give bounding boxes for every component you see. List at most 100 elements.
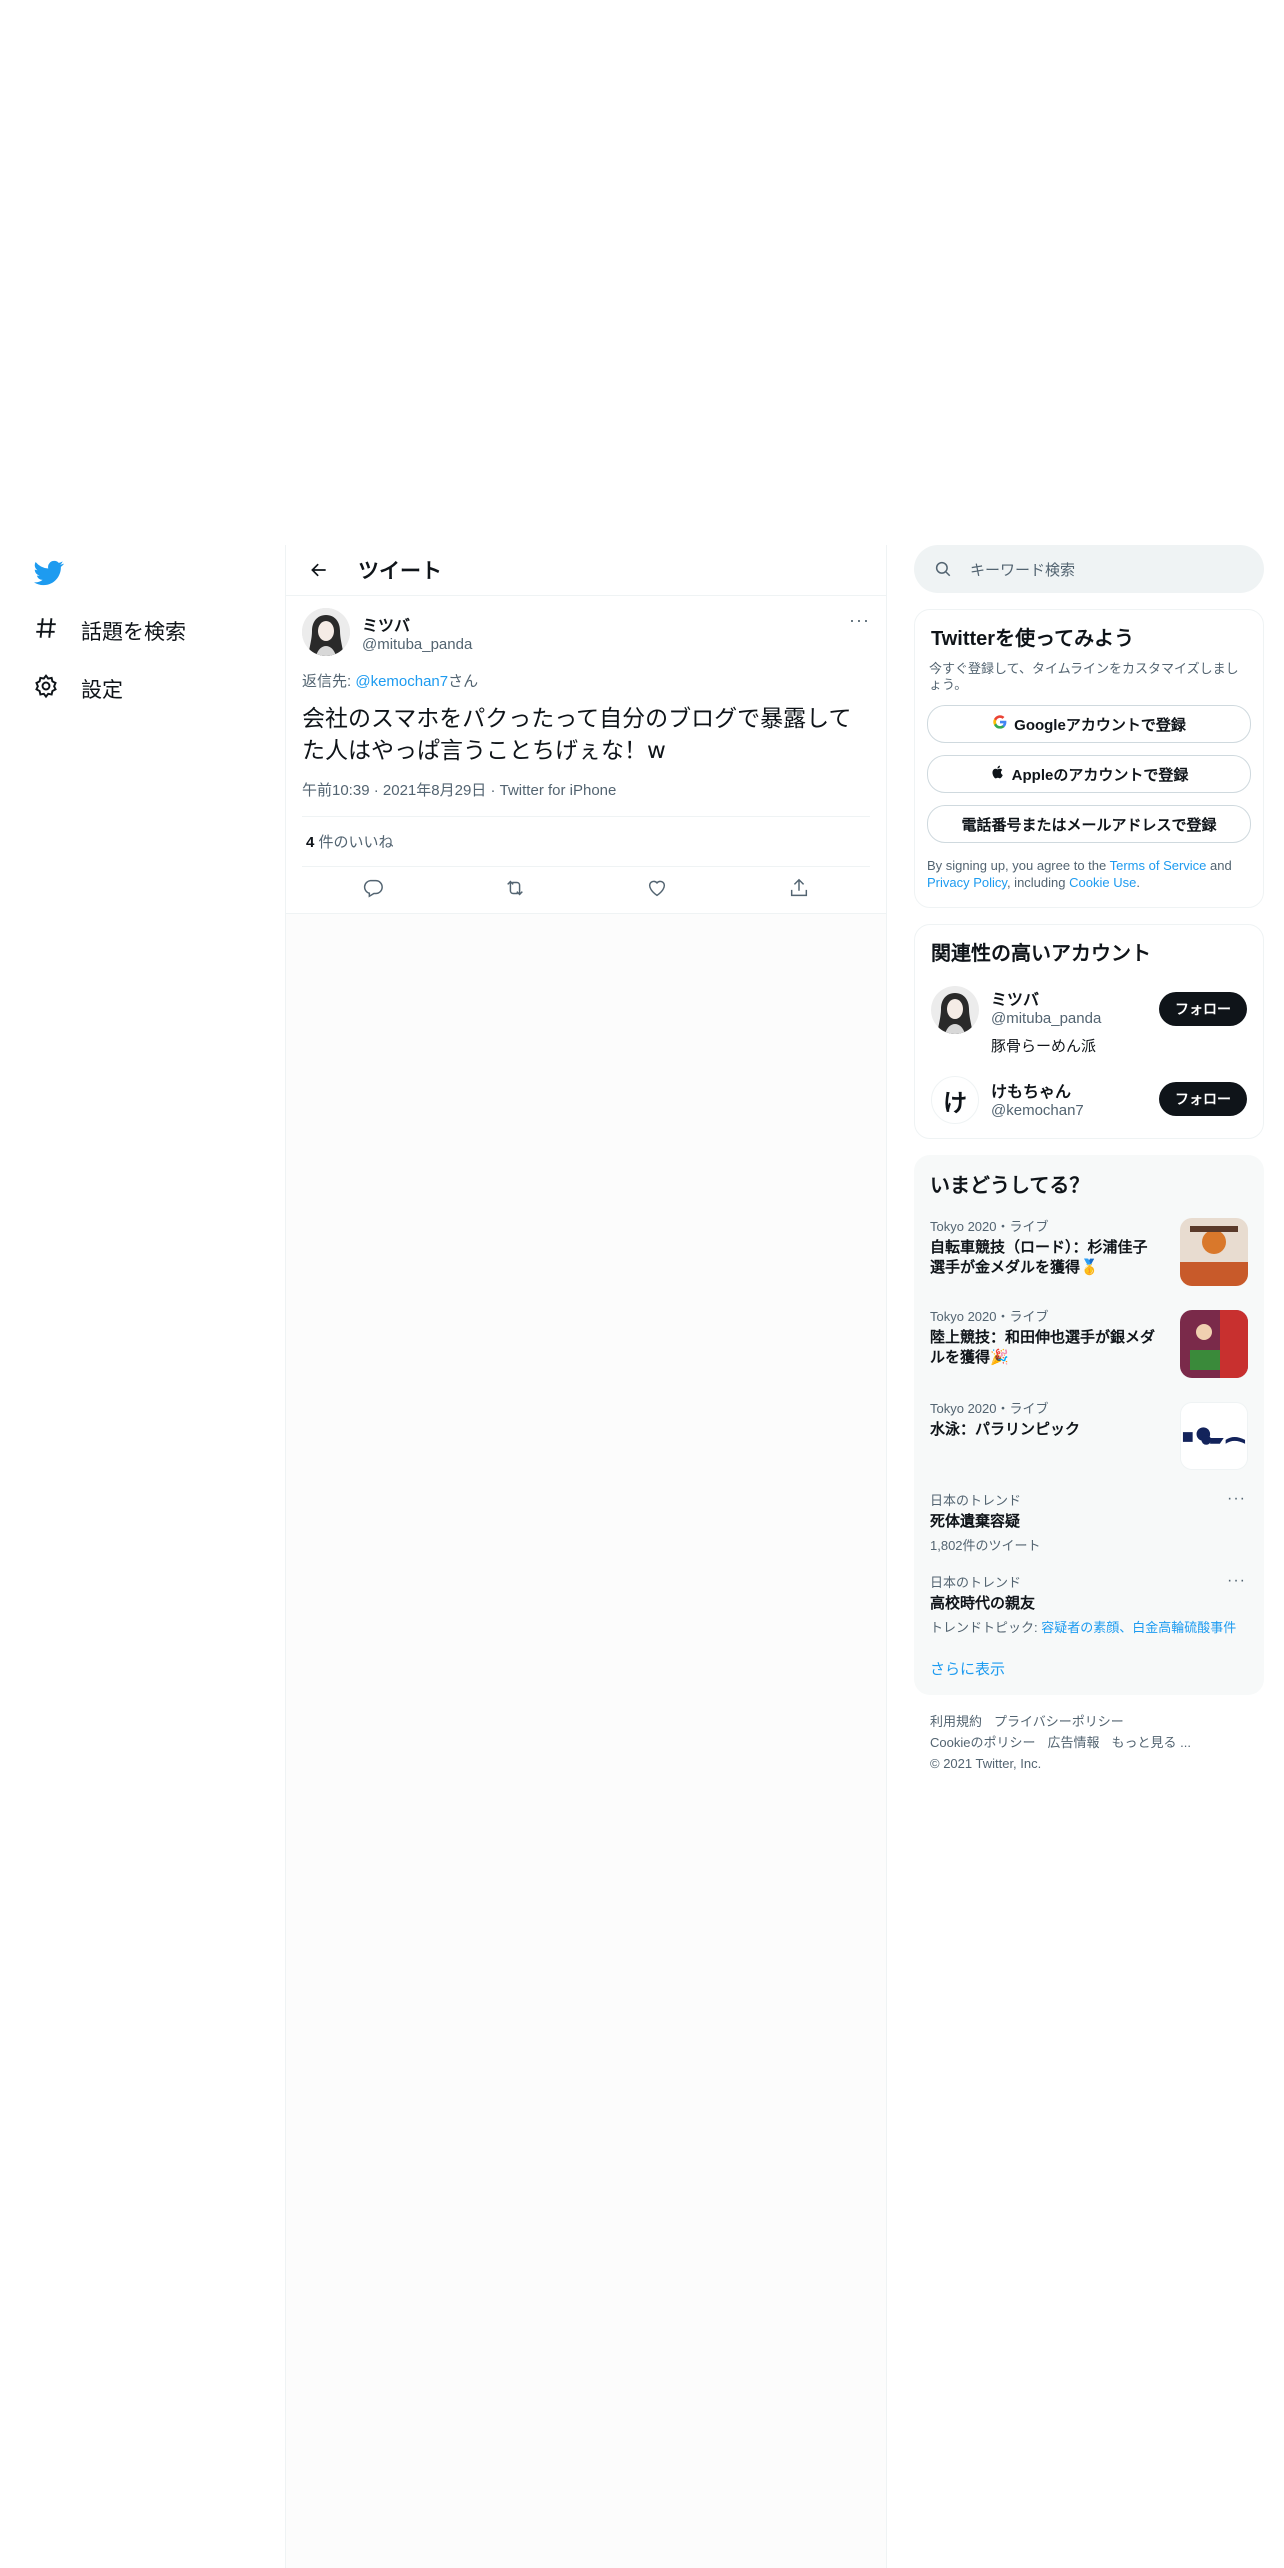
right-sidebar: キーワード検索 Twitterを使ってみよう 今すぐ登録して、タイムラインをカス…	[914, 545, 1264, 1790]
page-title: ツイート	[358, 560, 442, 583]
hashtag-icon	[33, 615, 59, 647]
account-name: ミツバ	[991, 992, 1040, 1009]
tweet-date[interactable]: 2021年8月29日	[383, 782, 486, 799]
tweet: ミツバ @mituba_panda ··· 返信先: @kemochan7さん …	[286, 596, 886, 914]
trend-tweet-count: 1,802件のツイート	[930, 1538, 1041, 1553]
apple-icon	[990, 764, 1006, 784]
avatar[interactable]: け	[931, 1076, 979, 1124]
share-icon[interactable]	[788, 877, 810, 904]
trend-thumbnail	[1180, 1218, 1248, 1286]
twitter-bird-icon[interactable]	[33, 558, 65, 588]
google-signup-button[interactable]: Googleアカウントで登録	[927, 705, 1251, 743]
show-more-link[interactable]: さらに表示	[914, 1638, 1264, 1695]
likes-count[interactable]: 4 件のいいね	[302, 817, 870, 867]
trend-topic-links[interactable]: 容疑者の素顔、白金高輪硫酸事件	[1041, 1620, 1236, 1635]
nav-settings[interactable]: 設定	[33, 669, 123, 709]
tweet-actions	[302, 867, 870, 913]
phone-email-signup-button[interactable]: 電話番号またはメールアドレスで登録	[927, 805, 1251, 843]
signup-title: Twitterを使ってみよう	[931, 628, 1135, 650]
footer-privacy[interactable]: プライバシーポリシー	[994, 1714, 1124, 1729]
trend-item[interactable]: 日本のトレンド 高校時代の親友 トレンドトピック: 容疑者の素顔、白金高輪硫酸事…	[914, 1560, 1264, 1638]
likes-label: 件のいいね	[314, 834, 394, 851]
tweet-meta: 午前10:39 · 2021年8月29日 · Twitter for iPhon…	[302, 779, 870, 817]
avatar-initial: け	[943, 1089, 967, 1117]
footer-cookie[interactable]: Cookieのポリシー	[930, 1735, 1035, 1750]
trend-thumbnail	[1180, 1310, 1248, 1378]
tweet-text: 会社のスマホをパクったって自分のブログで暴露してた人はやっぱ言うことちげぇな！w	[302, 706, 852, 764]
google-icon	[992, 714, 1008, 734]
trend-title: 自転車競技（ロード）：杉浦佳子選手が金メダルを獲得🥇	[930, 1239, 1148, 1276]
nav-explore-label: 話題を検索	[81, 621, 186, 644]
page-header: ツイート	[286, 545, 886, 596]
tweet-author-handle[interactable]: @mituba_panda	[362, 636, 472, 653]
trend-item[interactable]: Tokyo 2020・ライブ 自転車競技（ロード）：杉浦佳子選手が金メダルを獲得…	[914, 1198, 1264, 1294]
trend-topics-prefix: トレンドトピック:	[930, 1620, 1042, 1635]
reply-suffix: さん	[448, 673, 479, 690]
more-options-icon[interactable]: ···	[1227, 1572, 1246, 1590]
more-options-icon[interactable]: ···	[849, 610, 870, 631]
trend-title: 水泳：パラリンピック	[930, 1421, 1081, 1438]
related-title: 関連性の高いアカウント	[931, 943, 1151, 965]
back-button[interactable]	[302, 553, 336, 587]
footer-terms[interactable]: 利用規約	[930, 1714, 982, 1729]
left-sidebar: 話題を検索 設定	[0, 545, 285, 2568]
tweet-time[interactable]: 午前10:39	[302, 782, 370, 799]
search-input[interactable]: キーワード検索	[914, 545, 1264, 593]
tweet-author: ミツバ @mituba_panda ···	[302, 596, 870, 656]
retweet-icon[interactable]	[504, 877, 526, 904]
follow-button[interactable]: フォロー	[1159, 1082, 1247, 1116]
reply-context: 返信先: @kemochan7さん	[302, 670, 870, 691]
trend-title: 陸上競技：和田伸也選手が銀メダルを獲得🎉	[930, 1329, 1156, 1366]
legal-text: , including	[1006, 875, 1070, 890]
legal-text: .	[1136, 875, 1140, 890]
like-icon[interactable]	[646, 877, 668, 904]
tweet-author-name[interactable]: ミツバ	[362, 612, 472, 636]
trend-item[interactable]: 日本のトレンド 死体遺棄容疑 1,802件のツイート ···	[914, 1478, 1264, 1560]
arrow-left-icon	[311, 563, 326, 577]
reply-to-link[interactable]: @kemochan7	[355, 673, 448, 690]
account-bio: 豚骨らーめん派	[991, 1038, 1097, 1055]
trend-title: 高校時代の親友	[930, 1595, 1036, 1612]
apple-signup-button[interactable]: Appleのアカウントで登録	[927, 755, 1251, 793]
footer-more[interactable]: もっと見る ...	[1111, 1735, 1190, 1750]
trend-topics: トレンドトピック: 容疑者の素顔、白金高輪硫酸事件	[930, 1617, 1248, 1636]
reply-prefix: 返信先:	[302, 673, 356, 690]
main-column: ツイート ミツバ @mituba_panda ··· 返信先: @kemocha…	[285, 545, 887, 2568]
terms-link[interactable]: Terms of Service	[1110, 858, 1207, 873]
account-item[interactable]: け けもちゃん @kemochan7 フォロー	[915, 1056, 1263, 1124]
trend-thumbnail	[1180, 1402, 1248, 1470]
tweet-source[interactable]: Twitter for iPhone	[500, 782, 617, 799]
nav-explore[interactable]: 話題を検索	[33, 611, 186, 651]
trend-item[interactable]: Tokyo 2020・ライブ 水泳：パラリンピック	[914, 1386, 1264, 1478]
cookie-link[interactable]: Cookie Use	[1069, 875, 1136, 890]
footer-copyright: © 2021 Twitter, Inc.	[930, 1756, 1042, 1771]
footer-ads[interactable]: 広告情報	[1047, 1735, 1099, 1750]
avatar[interactable]	[302, 608, 350, 656]
apple-signup-label: Appleのアカウントで登録	[1011, 766, 1189, 784]
nav-settings-label: 設定	[81, 679, 123, 702]
google-signup-label: Googleアカウントで登録	[1014, 716, 1186, 734]
signup-legal: By signing up, you agree to the Terms of…	[915, 843, 1263, 907]
signup-subtitle: 今すぐ登録して、タイムラインをカスタマイズしましょう。	[929, 661, 1239, 692]
legal-text: By signing up, you agree to the	[927, 858, 1110, 873]
search-icon	[935, 561, 951, 577]
legal-text: and	[1206, 858, 1232, 873]
reply-icon[interactable]	[362, 877, 384, 904]
account-item[interactable]: ミツバ @mituba_panda 豚骨らーめん派 フォロー	[915, 966, 1263, 1056]
phone-email-signup-label: 電話番号またはメールアドレスで登録	[961, 816, 1217, 834]
account-handle: @mituba_panda	[991, 1010, 1102, 1027]
trend-category: 日本のトレンド	[930, 1493, 1022, 1508]
signup-card: Twitterを使ってみよう 今すぐ登録して、タイムラインをカスタマイズしましょ…	[914, 609, 1264, 908]
related-accounts-card: 関連性の高いアカウント ミツバ @mituba_panda 豚骨らーめん派 フォ…	[914, 924, 1264, 1139]
trends-card: いまどうしてる？ Tokyo 2020・ライブ 自転車競技（ロード）：杉浦佳子選…	[914, 1155, 1264, 1695]
trend-title: 死体遺棄容疑	[930, 1513, 1021, 1530]
more-options-icon[interactable]: ···	[1227, 1490, 1246, 1508]
gear-icon	[33, 673, 59, 705]
follow-button[interactable]: フォロー	[1159, 992, 1247, 1026]
trends-title: いまどうしてる？	[930, 1175, 1090, 1197]
trend-item[interactable]: Tokyo 2020・ライブ 陸上競技：和田伸也選手が銀メダルを獲得🎉	[914, 1294, 1264, 1386]
privacy-link[interactable]: Privacy Policy	[927, 875, 1007, 890]
search-placeholder: キーワード検索	[970, 561, 1076, 579]
account-name: けもちゃん	[991, 1084, 1072, 1101]
avatar[interactable]	[931, 986, 979, 1034]
